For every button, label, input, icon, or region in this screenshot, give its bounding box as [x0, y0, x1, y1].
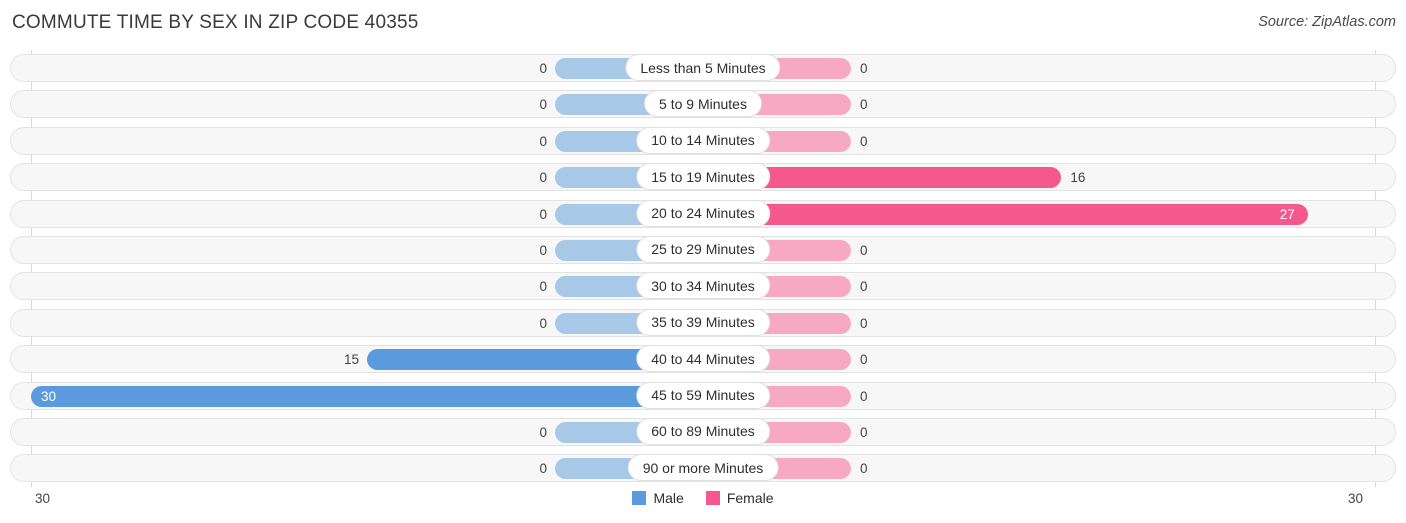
bar-value-female: 0: [860, 279, 868, 295]
category-label: 45 to 59 Minutes: [636, 381, 770, 409]
category-label: 60 to 89 Minutes: [636, 417, 770, 445]
bar-value-male: 15: [343, 352, 359, 368]
bar-value-male: 0: [539, 61, 547, 76]
chart-header: COMMUTE TIME BY SEX IN ZIP CODE 40355 So…: [0, 0, 1406, 46]
category-label: 90 or more Minutes: [627, 454, 779, 482]
bar-value-male: 0: [539, 97, 547, 113]
bar-value-male: 0: [539, 133, 547, 149]
bar-value-male: 0: [539, 242, 547, 258]
bar-value-female: 0: [860, 352, 868, 368]
legend-swatch-female-icon: [705, 491, 720, 505]
bar-value-male: 0: [539, 461, 547, 477]
source-attribution: Source: ZipAtlas.com: [1258, 14, 1396, 30]
chart-plot-area: 0 0 Less than 5 Minutes 0 0 5 to 9 Minutes 0 0 1…: [0, 50, 1406, 487]
bar-row: 0 0 90 or more Minutes: [0, 450, 1406, 486]
category-label: Less than 5 Minutes: [625, 54, 781, 81]
category-label: 20 to 24 Minutes: [636, 199, 770, 227]
bar-value-female: 0: [860, 61, 868, 76]
bar-row: 0 0 5 to 9 Minutes: [0, 86, 1406, 122]
bar-value-male: 30: [41, 388, 57, 404]
category-label: 35 to 39 Minutes: [636, 308, 770, 336]
bar-row: 0 0 25 to 29 Minutes: [0, 232, 1406, 268]
bar-row: 0 0 35 to 39 Minutes: [0, 305, 1406, 341]
bar-value-female: 0: [860, 388, 868, 404]
bar-rows: 0 0 Less than 5 Minutes 0 0 5 to 9 Minutes 0 0 1…: [0, 50, 1406, 487]
bar-row: 0 27 20 to 24 Minutes: [0, 196, 1406, 232]
bar-row: 30 0 45 to 59 Minutes: [0, 378, 1406, 414]
category-label: 30 to 34 Minutes: [636, 272, 770, 300]
category-label: 40 to 44 Minutes: [636, 345, 770, 373]
bar-value-female: 27: [1279, 206, 1295, 222]
bar-value-male: 0: [539, 279, 547, 295]
category-label: 10 to 14 Minutes: [636, 126, 770, 154]
chart-legend: Male Female: [0, 490, 1406, 506]
bar-female[interactable]: [703, 203, 1308, 225]
bar-row: 0 0 Less than 5 Minutes: [0, 50, 1406, 86]
legend-swatch-male-icon: [632, 491, 647, 505]
bar-row: 15 0 40 to 44 Minutes: [0, 341, 1406, 377]
bar-value-female: 0: [860, 242, 868, 258]
bar-value-female: 0: [860, 97, 868, 113]
category-label: 25 to 29 Minutes: [636, 235, 770, 263]
bar-value-male: 0: [539, 206, 547, 222]
bar-value-female: 0: [860, 315, 868, 331]
bar-value-female: 0: [860, 461, 868, 477]
bar-value-male: 0: [539, 170, 547, 186]
bar-value-male: 0: [539, 315, 547, 331]
category-label: 15 to 19 Minutes: [636, 163, 770, 191]
bar-row: 0 0 10 to 14 Minutes: [0, 123, 1406, 159]
bar-male[interactable]: [31, 385, 703, 407]
legend-label-female: Female: [726, 490, 774, 506]
bar-value-female: 16: [1070, 170, 1086, 186]
legend-item-female[interactable]: Female: [705, 490, 774, 506]
legend-label-male: Male: [653, 490, 684, 506]
page-title: COMMUTE TIME BY SEX IN ZIP CODE 40355: [12, 12, 419, 33]
bar-row: 0 0 60 to 89 Minutes: [0, 414, 1406, 450]
bar-row: 0 0 30 to 34 Minutes: [0, 268, 1406, 304]
bar-row: 0 16 15 to 19 Minutes: [0, 159, 1406, 195]
category-label: 5 to 9 Minutes: [644, 90, 762, 118]
bar-value-female: 0: [860, 133, 868, 149]
legend-item-male[interactable]: Male: [632, 490, 684, 506]
chart-footer: 30 30 Male Female: [0, 487, 1406, 523]
bar-value-female: 0: [860, 424, 868, 440]
bar-value-male: 0: [539, 424, 547, 440]
